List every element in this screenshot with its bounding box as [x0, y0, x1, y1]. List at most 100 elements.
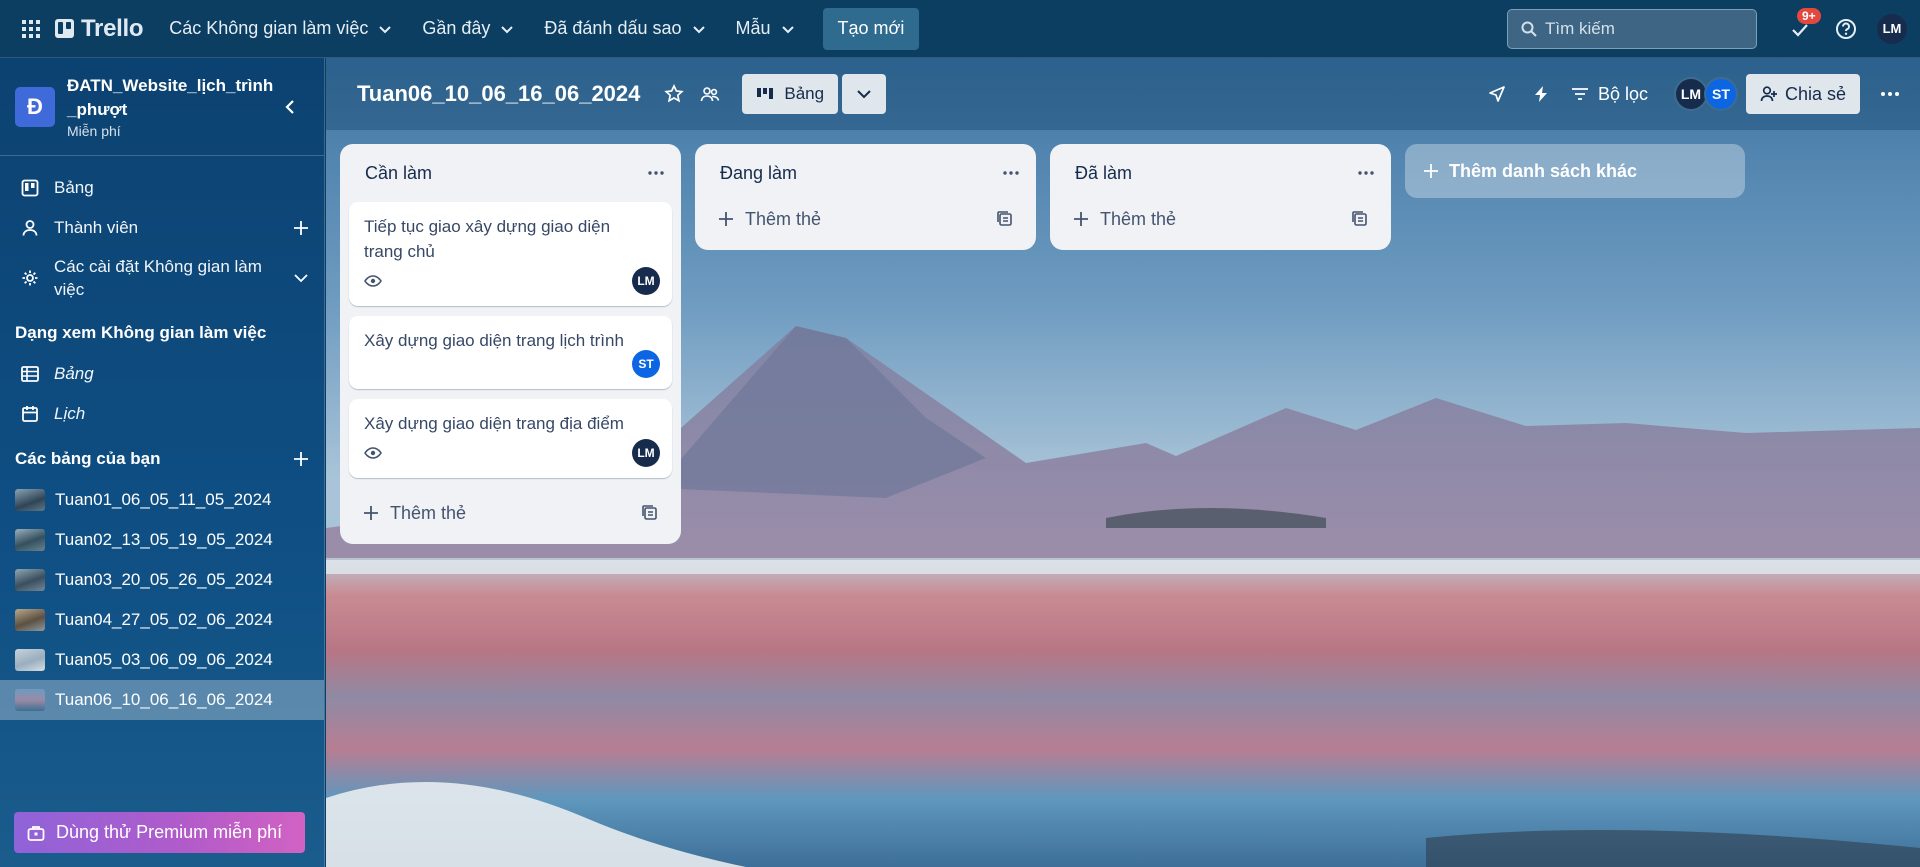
nav-workspaces[interactable]: Các Không gian làm việc: [157, 9, 404, 49]
card-title: Xây dựng giao diện trang địa điểm: [364, 414, 624, 433]
chevron-down-icon: [857, 90, 871, 99]
card-member-avatar[interactable]: LM: [632, 267, 660, 295]
search-input[interactable]: Tìm kiếm: [1507, 8, 1757, 49]
chevron-down-icon: [692, 25, 705, 33]
chevron-down-icon: [501, 25, 514, 33]
card-template-icon[interactable]: [996, 210, 1014, 228]
board-icon: [757, 88, 774, 99]
sidebar-board-item[interactable]: Tuan05_03_06_09_06_2024: [0, 640, 324, 680]
create-button[interactable]: Tạo mới: [822, 7, 920, 50]
board-thumbnail: [15, 609, 45, 631]
star-icon[interactable]: [658, 78, 690, 110]
list-done: Đã làm Thêm thẻ: [1050, 144, 1391, 250]
board-thumbnail: [15, 489, 45, 511]
board-view-button[interactable]: Bảng: [742, 74, 839, 114]
workspace-name[interactable]: ĐATN_Website_lịch_trình _phượt: [67, 74, 277, 122]
user-avatar[interactable]: LM: [1877, 13, 1907, 44]
filter-icon: [1571, 88, 1588, 100]
nav-recent[interactable]: Gần đây: [410, 9, 526, 49]
trello-logo[interactable]: Trello: [55, 15, 144, 43]
views-heading: Dạng xem Không gian làm việc: [15, 323, 267, 342]
board-members: LM ST: [1673, 77, 1738, 111]
board-thumbnail: [15, 649, 45, 671]
workspace-sidebar: Đ ĐATN_Website_lịch_trình _phượt Miễn ph…: [0, 58, 325, 867]
list-menu-icon[interactable]: [1000, 162, 1022, 184]
sidebar-board-item[interactable]: Tuan03_20_05_26_05_2024: [0, 560, 324, 600]
sidebar-item-boards[interactable]: Bảng: [0, 168, 324, 208]
add-person-icon: [1760, 86, 1777, 102]
trello-logo-icon: [55, 19, 74, 38]
card-template-icon[interactable]: [1351, 210, 1369, 228]
add-card-button[interactable]: Thêm thẻ: [1050, 194, 1391, 244]
help-icon: [1836, 18, 1856, 39]
board-canvas: Tuan06_10_06_16_06_2024 Bảng Bộ lọc LM S…: [326, 58, 1920, 867]
card-footer: LM: [364, 438, 660, 468]
add-list-button[interactable]: Thêm danh sách khác: [1405, 144, 1745, 198]
card[interactable]: Xây dựng giao diện trang lịch trình ST: [349, 316, 672, 389]
list-menu-icon[interactable]: [645, 162, 667, 184]
workspace-menu: Bảng Thành viên Các cài đặt Không gian l…: [0, 156, 324, 308]
nav-templates[interactable]: Mẫu: [724, 9, 807, 49]
sidebar-item-view-calendar[interactable]: Lịch: [0, 394, 324, 434]
sidebar-board-item[interactable]: Tuan04_27_05_02_06_2024: [0, 600, 324, 640]
list-title[interactable]: Cần làm: [365, 163, 432, 184]
rocket-icon[interactable]: [1481, 78, 1513, 110]
board-menu-button[interactable]: [1870, 74, 1910, 114]
add-member-icon[interactable]: [292, 219, 310, 237]
visibility-icon[interactable]: [694, 78, 726, 110]
top-right-controls: Tìm kiếm 9+ LM: [1507, 7, 1920, 49]
card-footer: ST: [364, 349, 660, 379]
automation-icon[interactable]: [1525, 78, 1557, 110]
sidebar-board-label: Tuan03_20_05_26_05_2024: [55, 570, 273, 589]
sidebar-item-workspace-settings[interactable]: Các cài đặt Không gian làm việc: [0, 248, 324, 308]
plus-icon: [364, 506, 378, 520]
sidebar-board-label: Tuan01_06_05_11_05_2024: [55, 490, 272, 509]
sidebar-item-label: Bảng: [54, 178, 94, 197]
nav-workspaces-label: Các Không gian làm việc: [169, 18, 369, 38]
collapse-sidebar-icon[interactable]: [280, 96, 302, 118]
add-card-button[interactable]: Thêm thẻ: [695, 194, 1036, 244]
top-nav: Các Không gian làm việc Gần đây Đã đánh …: [157, 9, 806, 49]
premium-trial-button[interactable]: Dùng thử Premium miễn phí: [14, 812, 305, 853]
sidebar-item-members[interactable]: Thành viên: [0, 208, 324, 248]
app-switcher-icon[interactable]: [19, 17, 43, 41]
nav-starred[interactable]: Đã đánh dấu sao: [532, 9, 717, 49]
card-member-avatar[interactable]: ST: [632, 350, 660, 378]
sidebar-board-label: Tuan02_13_05_19_05_2024: [55, 530, 273, 549]
workspace-plan: Miễn phí: [67, 123, 121, 139]
list-todo: Cần làm Tiếp tục giao xây dựng giao diện…: [340, 144, 681, 544]
calendar-icon: [20, 404, 40, 424]
card-template-icon[interactable]: [641, 504, 659, 522]
notifications-button[interactable]: 9+: [1781, 7, 1821, 48]
boards-heading-label: Các bảng của bạn: [15, 449, 161, 468]
filter-button[interactable]: Bộ lọc: [1571, 84, 1648, 105]
list-menu-icon[interactable]: [1355, 162, 1377, 184]
add-board-icon[interactable]: [292, 450, 310, 468]
sidebar-board-item[interactable]: Tuan02_13_05_19_05_2024: [0, 520, 324, 560]
workspace-header: Đ ĐATN_Website_lịch_trình _phượt Miễn ph…: [0, 58, 324, 156]
chevron-down-icon: [294, 274, 308, 283]
list-title[interactable]: Đang làm: [720, 163, 797, 184]
card-title: Xây dựng giao diện trang lịch trình: [364, 331, 624, 350]
card-member-avatar[interactable]: LM: [632, 439, 660, 467]
sidebar-item-label: Các cài đặt Không gian làm việc: [54, 257, 262, 299]
table-icon: [20, 364, 40, 384]
list-doing: Đang làm Thêm thẻ: [695, 144, 1036, 250]
share-button[interactable]: Chia sẻ: [1745, 74, 1860, 114]
member-avatar-lm[interactable]: LM: [1673, 77, 1708, 111]
help-button[interactable]: [1827, 10, 1865, 48]
plus-icon: [719, 212, 733, 226]
card[interactable]: Tiếp tục giao xây dựng giao diện trang c…: [349, 202, 672, 306]
view-switcher-button[interactable]: [842, 74, 887, 114]
list-title[interactable]: Đã làm: [1075, 163, 1132, 184]
sidebar-board-item-active[interactable]: Tuan06_10_06_16_06_2024: [0, 680, 324, 720]
nav-recent-label: Gần đây: [422, 18, 491, 38]
nav-templates-label: Mẫu: [735, 18, 771, 38]
sidebar-board-label: Tuan05_03_06_09_06_2024: [55, 650, 273, 669]
board-title[interactable]: Tuan06_10_06_16_06_2024: [357, 81, 640, 107]
sidebar-item-view-table[interactable]: Bảng: [0, 354, 324, 394]
sidebar-board-item[interactable]: Tuan01_06_05_11_05_2024: [0, 480, 324, 520]
member-avatar-st[interactable]: ST: [1703, 77, 1738, 111]
add-card-button[interactable]: Thêm thẻ: [340, 488, 681, 538]
card[interactable]: Xây dựng giao diện trang địa điểm LM: [349, 399, 672, 478]
